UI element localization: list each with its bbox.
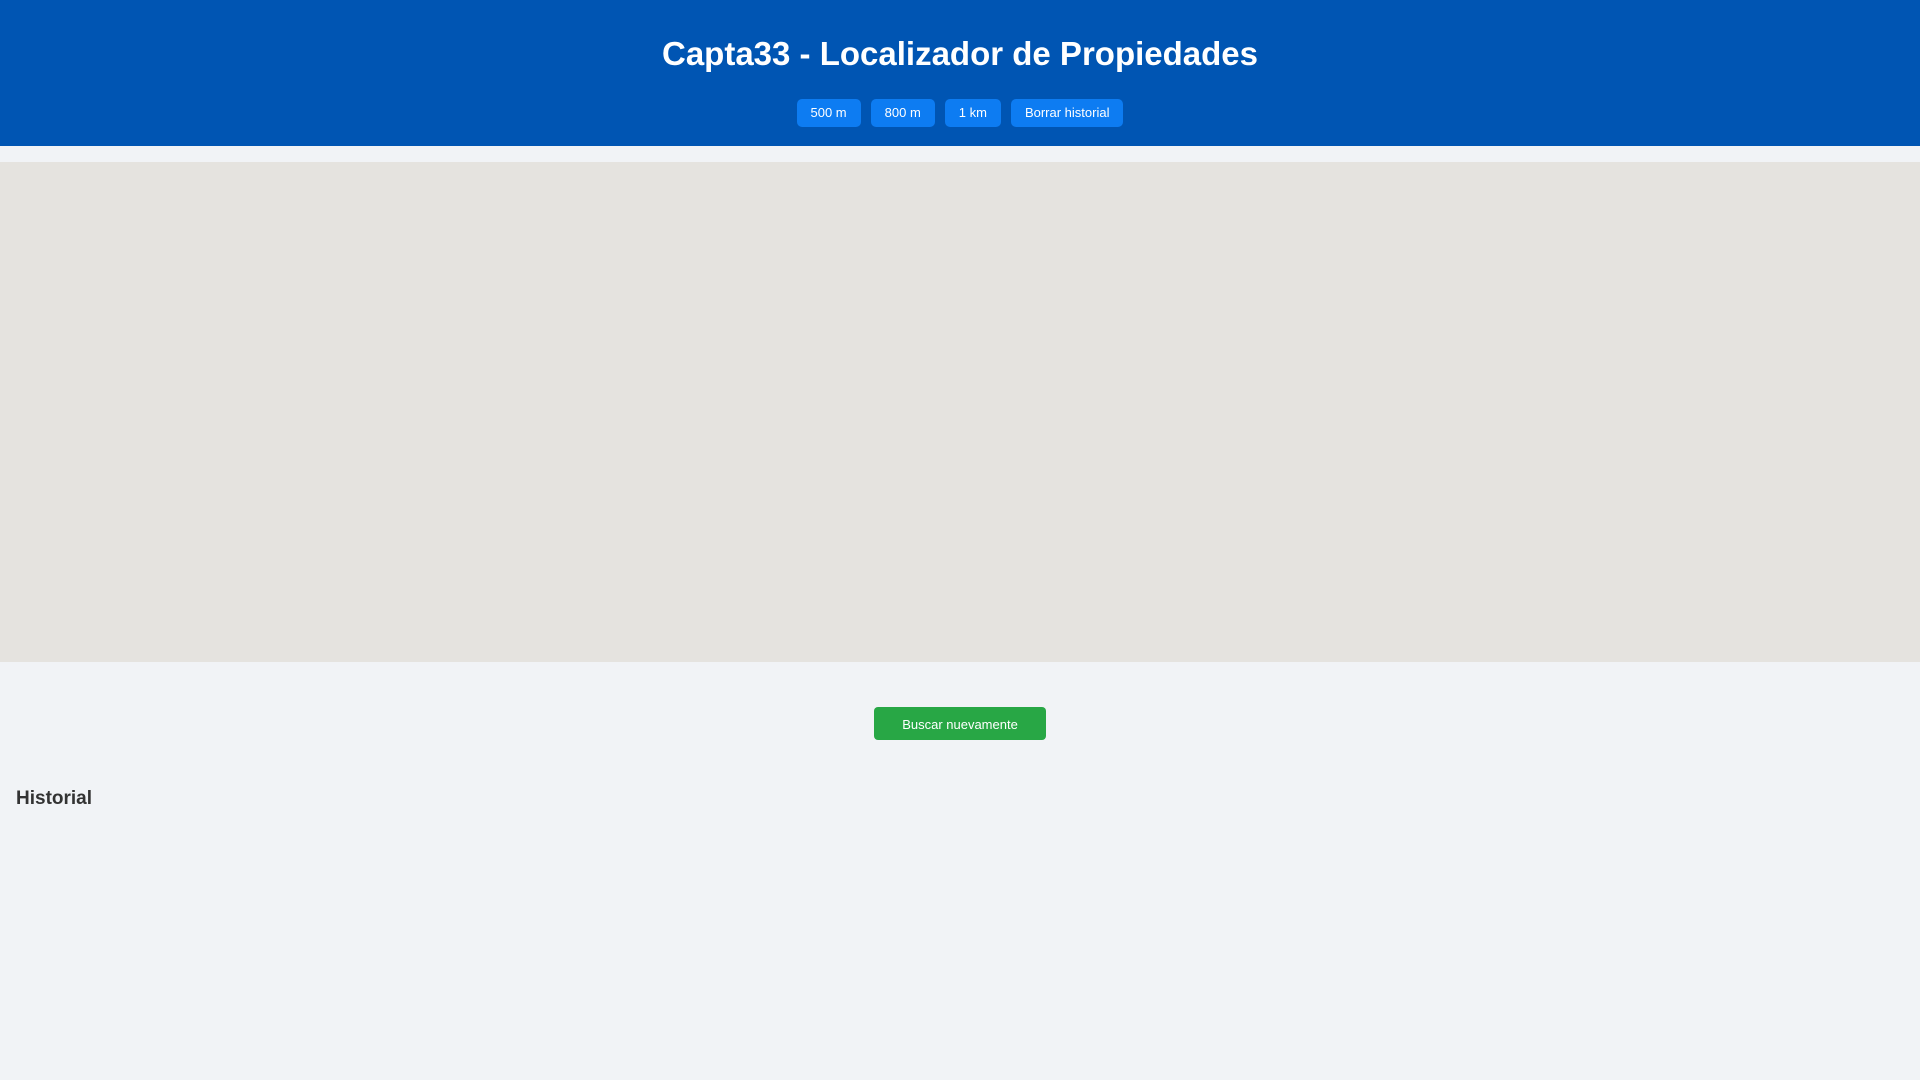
page-title: Capta33 - Localizador de Propiedades bbox=[662, 35, 1258, 72]
search-again-button[interactable]: Buscar nuevamente bbox=[874, 707, 1046, 740]
radius-500m-button[interactable]: 500 m bbox=[796, 99, 861, 127]
map-canvas[interactable] bbox=[0, 162, 1920, 662]
history-heading: Historial bbox=[16, 788, 93, 809]
clear-history-button[interactable]: Borrar historial bbox=[1010, 99, 1124, 127]
radius-1km-button[interactable]: 1 km bbox=[944, 99, 1001, 127]
app-header: Capta33 - Localizador de Propiedades 500… bbox=[0, 0, 1920, 146]
history-list bbox=[16, 822, 1904, 1042]
radius-toolbar: 500 m 800 m 1 km Borrar historial bbox=[0, 99, 1920, 127]
radius-800m-button[interactable]: 800 m bbox=[870, 99, 935, 127]
